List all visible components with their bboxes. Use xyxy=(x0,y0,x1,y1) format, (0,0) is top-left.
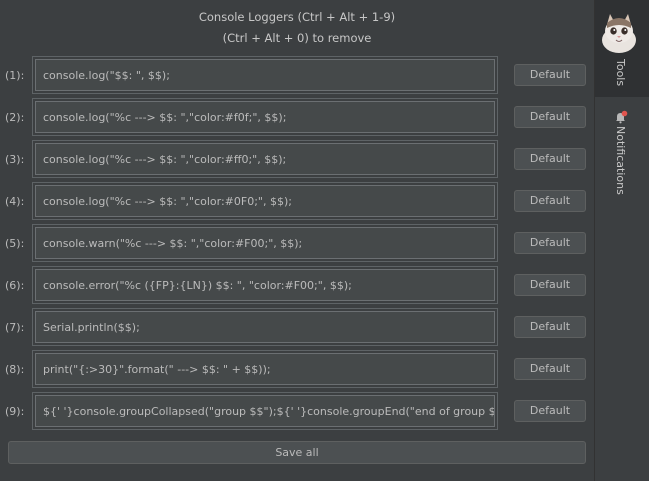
notifications-tab[interactable]: Notifications xyxy=(595,104,649,196)
tools-tab[interactable]: Tools xyxy=(595,0,649,97)
logger-field-frame: console.log("%c ---> $$: ","color:#ff0;"… xyxy=(32,140,498,178)
logger-field-frame: console.warn("%c ---> $$: ","color:#F00;… xyxy=(32,224,498,262)
row-label: (9): xyxy=(5,405,25,418)
logger-template-input[interactable]: Serial.println($$); xyxy=(35,311,495,343)
logger-template-input[interactable]: console.log("%c ---> $$: ","color:#ff0;"… xyxy=(35,143,495,175)
logger-field-frame: console.log("$$: ", $$); xyxy=(32,56,498,94)
logger-field-frame: console.log("%c ---> $$: ","color:#0F0;"… xyxy=(32,182,498,220)
default-button[interactable]: Default xyxy=(514,316,586,338)
logger-field-frame: console.error("%c ({FP}:{LN}) $$: ", "co… xyxy=(32,266,498,304)
panel-subtitle: (Ctrl + Alt + 0) to remove xyxy=(222,31,372,45)
default-button[interactable]: Default xyxy=(514,400,586,422)
row-label: (1): xyxy=(5,69,25,82)
logger-template-input[interactable]: print("{:>30}".format(" ---> $$: " + $$)… xyxy=(35,353,495,385)
default-button[interactable]: Default xyxy=(514,274,586,296)
logger-field-frame: console.log("%c ---> $$: ","color:#f0f;"… xyxy=(32,98,498,136)
save-all-button[interactable]: Save all xyxy=(8,441,586,464)
row-label: (3): xyxy=(5,153,25,166)
logger-template-input[interactable]: console.warn("%c ---> $$: ","color:#F00;… xyxy=(35,227,495,259)
default-button[interactable]: Default xyxy=(514,106,586,128)
right-tool-sidebar: Tools Notifications xyxy=(594,0,649,481)
row-label: (8): xyxy=(5,363,25,376)
row-label: (5): xyxy=(5,237,25,250)
logger-template-input[interactable]: console.log("%c ---> $$: ","color:#f0f;"… xyxy=(35,101,495,133)
row-label: (2): xyxy=(5,111,25,124)
notification-dot-icon xyxy=(621,110,628,117)
logger-field-frame: print("{:>30}".format(" ---> $$: " + $$)… xyxy=(32,350,498,388)
row-label: (6): xyxy=(5,279,25,292)
cat-avatar-icon xyxy=(601,6,637,56)
logger-field-frame: ${' '}console.groupCollapsed("group $$")… xyxy=(32,392,498,430)
logger-template-input[interactable]: console.log("%c ---> $$: ","color:#0F0;"… xyxy=(35,185,495,217)
tools-tab-label: Tools xyxy=(614,59,627,87)
logger-template-input[interactable]: ${' '}console.groupCollapsed("group $$")… xyxy=(35,395,495,427)
default-button[interactable]: Default xyxy=(514,232,586,254)
logger-field-frame: Serial.println($$); xyxy=(32,308,498,346)
row-label: (7): xyxy=(5,321,25,334)
panel-title: Console Loggers (Ctrl + Alt + 1-9) xyxy=(198,10,396,24)
logger-template-input[interactable]: console.log("$$: ", $$); xyxy=(35,59,495,91)
console-loggers-panel: Console Loggers (Ctrl + Alt + 1-9) (Ctrl… xyxy=(0,0,594,481)
default-button[interactable]: Default xyxy=(514,190,586,212)
notifications-tab-label: Notifications xyxy=(614,126,627,195)
default-button[interactable]: Default xyxy=(514,64,586,86)
default-button[interactable]: Default xyxy=(514,358,586,380)
logger-template-input[interactable]: console.error("%c ({FP}:{LN}) $$: ", "co… xyxy=(35,269,495,301)
row-label: (4): xyxy=(5,195,25,208)
default-button[interactable]: Default xyxy=(514,148,586,170)
bell-icon xyxy=(616,110,628,124)
